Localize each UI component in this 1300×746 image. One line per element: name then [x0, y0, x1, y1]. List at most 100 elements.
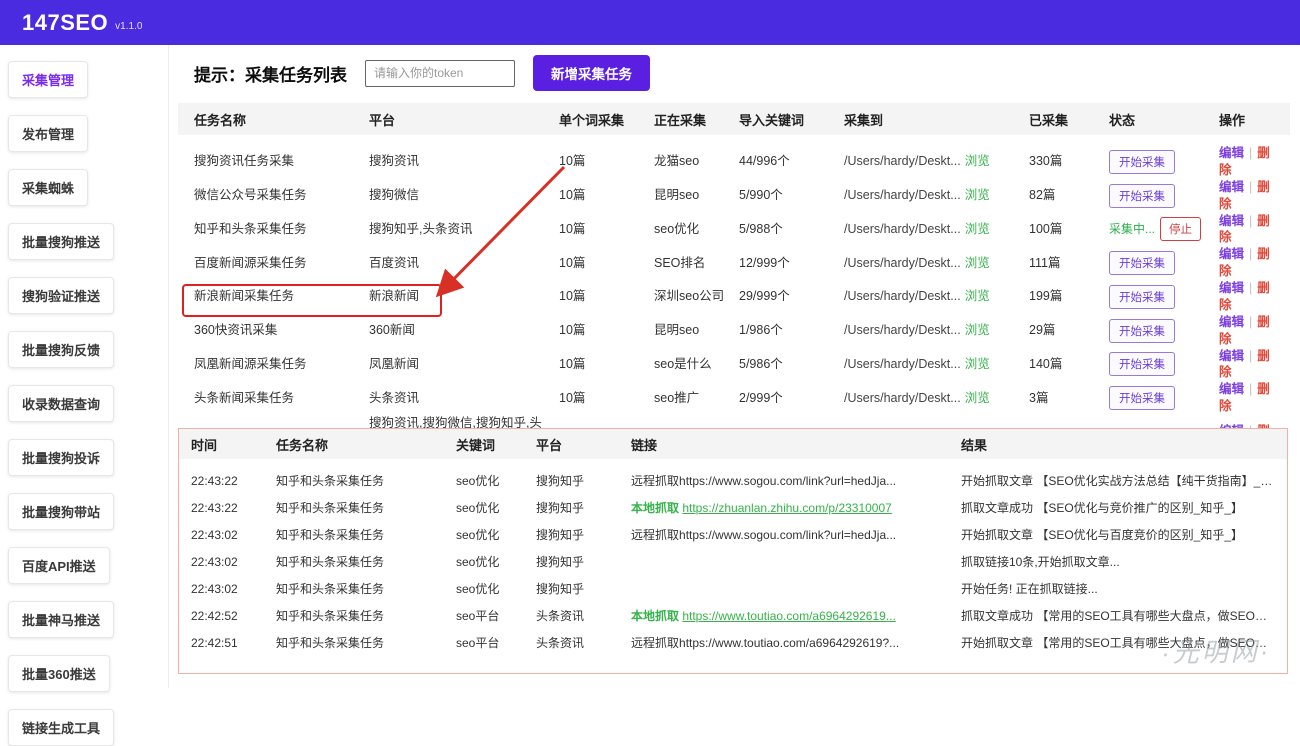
add-task-button[interactable]: 新增采集任务 [533, 55, 650, 91]
log-time-cell: 22:43:22 [191, 501, 276, 515]
sidebar-item[interactable]: 收录数据查询 [8, 385, 114, 422]
sidebar-item[interactable]: 采集蜘蛛 [8, 169, 88, 206]
save-path-text: /Users/hardy/Deskt... [844, 357, 961, 371]
browse-link[interactable]: 浏览 [965, 289, 990, 303]
log-column-header: 平台 [536, 435, 631, 454]
edit-link[interactable]: 编辑 [1219, 146, 1244, 160]
sidebar-item[interactable]: 批量搜狗推送 [8, 223, 114, 260]
edit-link[interactable]: 编辑 [1219, 349, 1244, 363]
collecting-keyword-cell: 深圳seo公司 [654, 288, 739, 305]
task-table-row: 搜狗资讯任务采集搜狗资讯10篇龙猫seo44/996个/Users/hardy/… [178, 145, 1290, 179]
log-keyword-cell: seo平台 [456, 607, 536, 624]
sidebar-item[interactable]: 批量搜狗投诉 [8, 439, 114, 476]
log-column-header: 结果 [961, 435, 1281, 454]
browse-link[interactable]: 浏览 [965, 188, 990, 202]
task-column-header: 操作 [1219, 110, 1284, 129]
remote-fetch-url[interactable]: https://www.sogou.com/link?url=hedJja... [679, 474, 896, 488]
browse-link[interactable]: 浏览 [965, 391, 990, 405]
collected-count-cell: 111篇 [1029, 255, 1109, 272]
edit-link[interactable]: 编辑 [1219, 247, 1244, 261]
token-input[interactable] [365, 60, 515, 87]
sidebar-item[interactable]: 链接生成工具 [8, 709, 114, 746]
edit-link[interactable]: 编辑 [1219, 382, 1244, 396]
stop-button[interactable]: 停止 [1160, 217, 1201, 241]
edit-link[interactable]: 编辑 [1219, 180, 1244, 194]
edit-link[interactable]: 编辑 [1219, 315, 1244, 329]
local-fetch-url[interactable]: https://zhuanlan.zhihu.com/p/23310007 [682, 501, 891, 515]
separator: | [1249, 281, 1252, 295]
sidebar-item[interactable]: 百度API推送 [8, 547, 110, 584]
browse-link[interactable]: 浏览 [965, 154, 990, 168]
start-collect-button[interactable]: 开始采集 [1109, 251, 1175, 275]
start-collect-button[interactable]: 开始采集 [1109, 352, 1175, 376]
task-name-cell: 凤凰新闻源采集任务 [194, 356, 369, 373]
browse-link[interactable]: 浏览 [965, 323, 990, 337]
save-path-cell: /Users/hardy/Deskt... 浏览 [844, 322, 1029, 339]
log-result-cell: 抓取文章成功 【SEO优化与竞价推广的区别_知乎_】 [961, 499, 1281, 516]
task-table-row: 微信公众号采集任务搜狗微信10篇昆明seo5/990个/Users/hardy/… [178, 179, 1290, 213]
log-keyword-cell: seo平台 [456, 634, 536, 651]
imported-keywords-cell: 5/988个 [739, 221, 844, 238]
per-word-cell: 10篇 [559, 288, 654, 305]
remote-fetch-url[interactable]: https://www.sogou.com/link?url=hedJja... [679, 528, 896, 542]
sidebar-item[interactable]: 批量360推送 [8, 655, 110, 692]
sidebar-item[interactable]: 发布管理 [8, 115, 88, 152]
task-name-cell: 360快资讯采集 [194, 322, 369, 339]
sidebar-item[interactable]: 采集管理 [8, 61, 88, 98]
log-task-cell: 知乎和头条采集任务 [276, 580, 456, 597]
imported-keywords-cell: 12/999个 [739, 255, 844, 272]
collecting-keyword-cell: 昆明seo [654, 187, 739, 204]
task-name-cell: 搜狗资讯任务采集 [194, 153, 369, 170]
imported-keywords-cell: 29/999个 [739, 288, 844, 305]
save-path-text: /Users/hardy/Deskt... [844, 222, 961, 236]
local-fetch-url[interactable]: https://www.toutiao.com/a6964292619... [682, 609, 895, 623]
browse-link[interactable]: 浏览 [965, 256, 990, 270]
collected-count-cell: 140篇 [1029, 356, 1109, 373]
start-collect-button[interactable]: 开始采集 [1109, 319, 1175, 343]
separator: | [1249, 315, 1252, 329]
separator: | [1249, 382, 1252, 396]
remote-fetch-url[interactable]: https://www.toutiao.com/a6964292619?... [679, 636, 899, 650]
task-platform-cell: 搜狗资讯 [369, 153, 559, 170]
local-fetch-label: 本地抓取 [631, 609, 682, 623]
sidebar-item[interactable]: 批量搜狗带站 [8, 493, 114, 530]
sidebar-item[interactable]: 批量搜狗反馈 [8, 331, 114, 368]
start-collect-button[interactable]: 开始采集 [1109, 285, 1175, 309]
status-cell: 开始采集 [1109, 150, 1219, 174]
log-keyword-cell: seo优化 [456, 472, 536, 489]
collecting-keyword-cell: 龙猫seo [654, 153, 739, 170]
browse-link[interactable]: 浏览 [965, 222, 990, 236]
operations-cell: 编辑|删除 [1219, 145, 1284, 179]
save-path-cell: /Users/hardy/Deskt... 浏览 [844, 288, 1029, 305]
browse-link[interactable]: 浏览 [965, 357, 990, 371]
start-collect-button[interactable]: 开始采集 [1109, 184, 1175, 208]
log-platform-cell: 搜狗知乎 [536, 499, 631, 516]
save-path-text: /Users/hardy/Deskt... [844, 323, 961, 337]
log-column-header: 链接 [631, 435, 961, 454]
task-platform-cell: 头条资讯 [369, 390, 559, 407]
log-result-cell: 抓取链接10条,开始抓取文章... [961, 553, 1281, 570]
imported-keywords-cell: 5/986个 [739, 356, 844, 373]
start-collect-button[interactable]: 开始采集 [1109, 150, 1175, 174]
edit-link[interactable]: 编辑 [1219, 281, 1244, 295]
task-platform-cell: 搜狗微信 [369, 187, 559, 204]
task-platform-cell: 凤凰新闻 [369, 356, 559, 373]
sidebar-item[interactable]: 搜狗验证推送 [8, 277, 114, 314]
sidebar-item[interactable]: 批量神马推送 [8, 601, 114, 638]
log-time-cell: 22:43:02 [191, 528, 276, 542]
task-column-header: 已采集 [1029, 110, 1109, 129]
task-column-header: 状态 [1109, 110, 1219, 129]
task-name-cell: 知乎和头条采集任务 [194, 221, 369, 238]
app-logo: 147SEO [22, 10, 108, 36]
log-platform-cell: 搜狗知乎 [536, 553, 631, 570]
log-link-cell: 本地抓取 https://zhuanlan.zhihu.com/p/233100… [631, 499, 961, 516]
status-cell: 开始采集 [1109, 386, 1219, 410]
status-cell: 开始采集 [1109, 352, 1219, 376]
task-table-row: 360快资讯采集360新闻10篇昆明seo1/986个/Users/hardy/… [178, 314, 1290, 348]
start-collect-button[interactable]: 开始采集 [1109, 386, 1175, 410]
imported-keywords-cell: 44/996个 [739, 153, 844, 170]
task-table-row: 头条新闻采集任务头条资讯10篇seo推广2/999个/Users/hardy/D… [178, 381, 1290, 415]
save-path-text: /Users/hardy/Deskt... [844, 289, 961, 303]
task-name-cell: 百度新闻源采集任务 [194, 255, 369, 272]
edit-link[interactable]: 编辑 [1219, 214, 1244, 228]
